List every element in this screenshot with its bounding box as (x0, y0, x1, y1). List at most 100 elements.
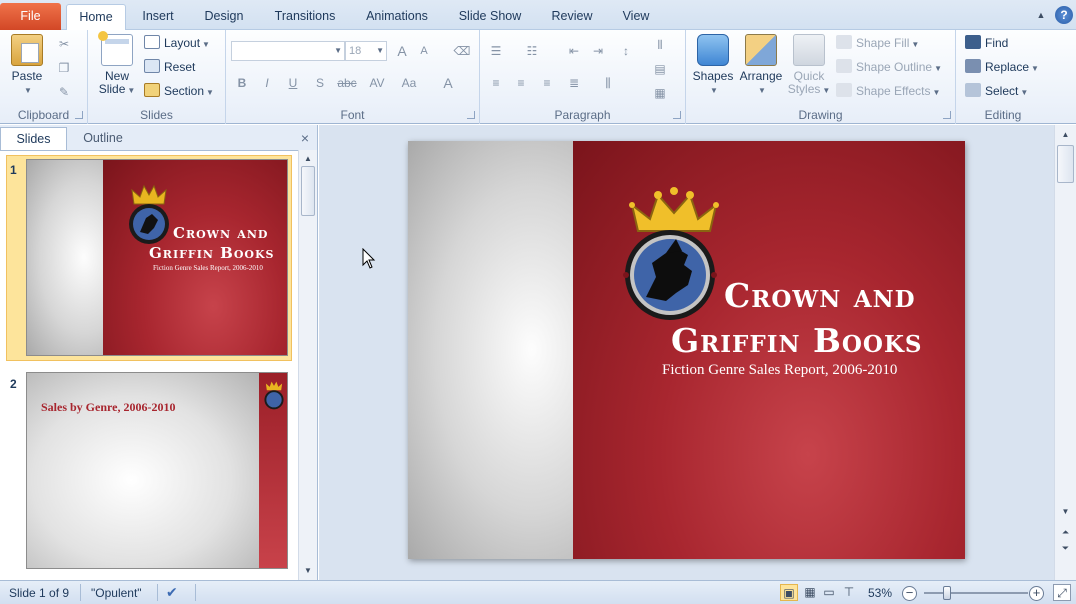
zoom-level[interactable]: 53% (868, 586, 892, 600)
font-size-combo[interactable]: 18 ▼ (345, 41, 387, 61)
find-button[interactable]: Find (965, 33, 1008, 53)
text-shadow-button[interactable]: S (310, 73, 330, 93)
shape-effects-button[interactable]: Shape Effects ▼ (836, 81, 940, 101)
tab-slide-show[interactable]: Slide Show (448, 4, 532, 30)
strikethrough-button[interactable]: abc (334, 73, 360, 93)
new-slide-button[interactable]: New Slide ▼ (94, 31, 140, 97)
tab-animations[interactable]: Animations (354, 4, 440, 30)
align-left-icon[interactable]: ≡ (486, 73, 506, 93)
change-case-button[interactable]: Aa (396, 73, 422, 93)
help-icon[interactable]: ? (1055, 6, 1073, 24)
slide-subtitle[interactable]: Fiction Genre Sales Report, 2006-2010 (662, 362, 897, 379)
smartart-icon[interactable]: ▦ (650, 83, 670, 103)
decrease-indent-icon[interactable]: ⇤ (564, 41, 584, 61)
zoom-out-button[interactable]: − (902, 586, 917, 601)
slide-title-line-1[interactable]: Crown and (724, 276, 916, 315)
quick-styles-label: Quick (793, 69, 825, 83)
fit-to-window-icon[interactable]: ⤢ (1053, 584, 1071, 601)
layout-button[interactable]: Layout ▼ (144, 33, 210, 53)
tab-insert[interactable]: Insert (130, 4, 186, 30)
section-label: Section (164, 84, 205, 98)
align-text-icon[interactable]: ▤ (650, 59, 670, 79)
arrange-button[interactable]: Arrange ▼ (736, 34, 786, 97)
thumbnail-scrollbar[interactable]: ▲ ▼ (298, 150, 317, 580)
tab-transitions[interactable]: Transitions (262, 4, 348, 30)
tab-design[interactable]: Design (194, 4, 254, 30)
quick-styles-button[interactable]: Quick Styles ▼ (786, 34, 832, 97)
close-pane-icon[interactable]: × (301, 130, 309, 146)
columns-icon[interactable]: ⫼ (598, 73, 618, 93)
shape-outline-label: Shape Outline (856, 60, 933, 74)
paint-bucket-icon (836, 35, 852, 49)
scroll-up-arrow-icon[interactable]: ▲ (299, 152, 317, 166)
tab-outline-pane[interactable]: Outline (69, 127, 137, 150)
previous-slide-icon[interactable]: ⏶ (1055, 525, 1076, 539)
thumb-title-line-2: Griffin Books (149, 244, 275, 262)
underline-button[interactable]: U (283, 73, 303, 93)
slide-sorter-view-icon[interactable]: ▦ (801, 584, 819, 601)
shape-outline-button[interactable]: Shape Outline ▼ (836, 57, 942, 77)
slides-group-label: Slides (140, 108, 173, 122)
format-painter-icon[interactable]: ✎ (54, 82, 74, 102)
section-icon (144, 83, 160, 97)
shrink-font-button[interactable]: A (414, 41, 434, 61)
shape-fill-button[interactable]: Shape Fill ▼ (836, 33, 919, 53)
scroll-down-arrow-icon[interactable]: ▼ (299, 564, 317, 578)
minimize-ribbon-icon[interactable]: ▲ (1032, 6, 1050, 24)
zoom-in-button[interactable]: + (1029, 586, 1044, 601)
next-slide-icon[interactable]: ⏷ (1055, 541, 1076, 555)
normal-view-icon[interactable]: ▣ (780, 584, 798, 601)
scroll-down-arrow-icon[interactable]: ▼ (1055, 505, 1076, 519)
drawing-group: Shapes ▼ Arrange ▼ Quick Styles ▼ Shape Fill… (686, 30, 956, 124)
bold-button[interactable]: B (232, 73, 252, 93)
bullets-icon[interactable]: ☰ (486, 41, 506, 61)
tab-file[interactable]: File (0, 3, 61, 30)
tab-view[interactable]: View (612, 4, 660, 30)
slide-title-line-2[interactable]: Griffin Books (671, 321, 923, 360)
align-center-icon[interactable]: ≡ (511, 73, 531, 93)
current-slide[interactable]: Crown and Griffin Books Fiction Genre Sa… (408, 141, 965, 559)
align-right-icon[interactable]: ≡ (537, 73, 557, 93)
font-color-button[interactable]: A (438, 73, 458, 93)
thumb-title-line-1: Crown and (173, 224, 269, 242)
tab-slides-pane[interactable]: Slides (0, 127, 67, 150)
cut-icon[interactable]: ✂ (54, 34, 74, 54)
zoom-slider-track[interactable] (924, 592, 1028, 594)
slide-scrollbar[interactable]: ▲ ▼ ⏶ ⏷ (1054, 125, 1076, 580)
paragraph-launcher-icon[interactable] (673, 111, 681, 119)
scroll-thumb[interactable] (1057, 145, 1074, 183)
clipboard-launcher-icon[interactable] (75, 111, 83, 119)
new-slide-label: New (104, 69, 129, 83)
slide-thumbnails: 1 Crown and Griffin Books Fiction Genre … (0, 150, 298, 580)
clear-formatting-icon[interactable]: ⌫ (452, 41, 472, 61)
slide-show-view-icon[interactable]: ⊤ (840, 584, 858, 601)
zoom-slider-knob[interactable] (943, 586, 951, 600)
shapes-button[interactable]: Shapes ▼ (690, 34, 736, 97)
italic-button[interactable]: I (257, 73, 277, 93)
font-name-combo[interactable]: ▼ (231, 41, 345, 61)
scroll-up-arrow-icon[interactable]: ▲ (1055, 128, 1076, 142)
scroll-thumb[interactable] (301, 166, 315, 216)
slide-thumbnail-2[interactable]: Sales by Genre, 2006-2010 (26, 372, 288, 569)
tab-home[interactable]: Home (66, 4, 126, 31)
text-direction-icon[interactable]: ⫴ (650, 35, 670, 55)
replace-button[interactable]: Replace ▼ (965, 57, 1039, 77)
reset-button[interactable]: Reset (144, 57, 195, 77)
select-label: Select (985, 84, 1019, 98)
character-spacing-button[interactable]: AV (364, 73, 390, 93)
paste-button[interactable]: Paste ▼ (6, 34, 48, 97)
copy-icon[interactable]: ❐ (54, 58, 74, 78)
drawing-launcher-icon[interactable] (943, 111, 951, 119)
tab-review[interactable]: Review (540, 4, 604, 30)
line-spacing-icon[interactable]: ↕ (616, 41, 636, 61)
slide-thumbnail-1[interactable]: Crown and Griffin Books Fiction Genre Sa… (26, 159, 288, 356)
numbering-icon[interactable]: ☷ (522, 41, 542, 61)
select-button[interactable]: Select ▼ (965, 81, 1028, 101)
increase-indent-icon[interactable]: ⇥ (588, 41, 608, 61)
font-launcher-icon[interactable] (467, 111, 475, 119)
spell-check-icon[interactable]: ✔ (166, 584, 178, 601)
justify-icon[interactable]: ≣ (564, 73, 584, 93)
grow-font-button[interactable]: A (392, 41, 412, 61)
section-button[interactable]: Section ▼ (144, 81, 214, 101)
reading-view-icon[interactable]: ▭ (820, 584, 838, 601)
